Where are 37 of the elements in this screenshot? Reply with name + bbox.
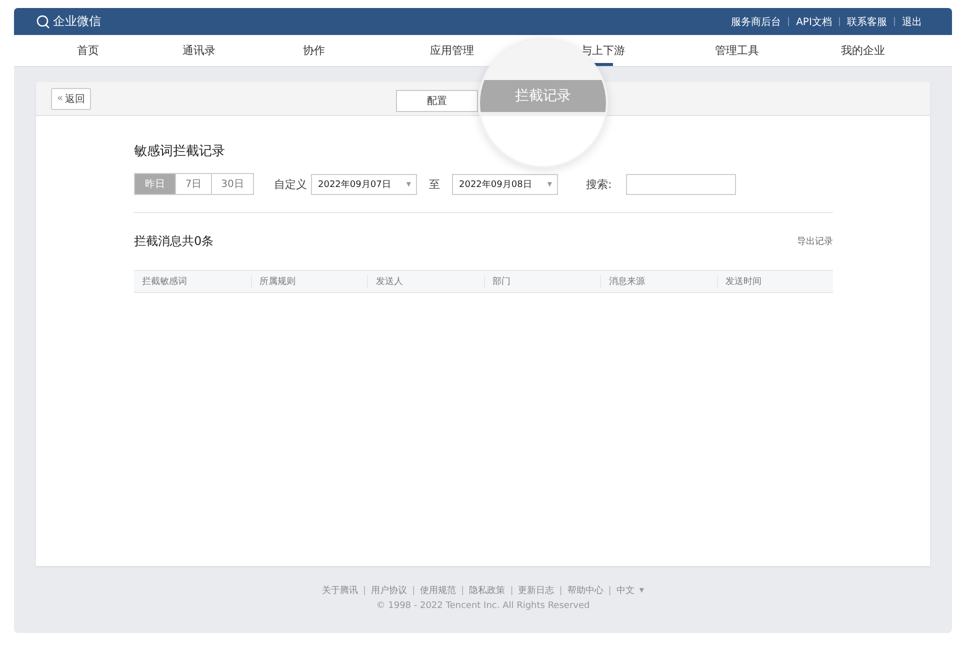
custom-label: 自定义 bbox=[274, 176, 307, 192]
header-link[interactable]: 退出 bbox=[902, 14, 922, 28]
copyright-text: © 1998 - 2022 Tencent Inc. All Rights Reserved bbox=[376, 601, 590, 611]
section-title: 敏感词拦截记录 bbox=[134, 143, 226, 160]
separator: | bbox=[787, 16, 790, 26]
double-chevron-icon: « bbox=[57, 93, 64, 104]
nav-item[interactable]: 通讯录 bbox=[182, 35, 216, 66]
header-link[interactable]: 联系客服 bbox=[846, 14, 887, 28]
export-link[interactable]: 导出记录 bbox=[797, 235, 833, 248]
separator: | bbox=[838, 16, 841, 26]
column-header: 发送人 bbox=[367, 275, 484, 288]
to-label: 至 bbox=[429, 176, 440, 192]
separator: | bbox=[461, 586, 464, 596]
tab[interactable]: 配置 bbox=[396, 90, 478, 112]
nav-item[interactable]: 应用管理 bbox=[430, 35, 474, 66]
column-header: 消息来源 bbox=[600, 275, 716, 288]
separator: | bbox=[892, 16, 896, 26]
header-link[interactable]: API文档 bbox=[796, 14, 832, 28]
separator: | bbox=[608, 586, 612, 596]
separator: | bbox=[412, 586, 416, 596]
back-button[interactable]: « 返回 bbox=[51, 88, 92, 110]
separator: | bbox=[559, 586, 562, 596]
nav-item[interactable]: 管理工具 bbox=[715, 35, 759, 66]
nav-item[interactable]: 首页 bbox=[77, 35, 99, 66]
column-header: 发送时间 bbox=[716, 275, 833, 288]
separator: | bbox=[363, 586, 366, 596]
nav-item[interactable]: 协作 bbox=[303, 35, 325, 66]
column-header: 部门 bbox=[484, 275, 600, 288]
result-count: 拦截消息共0条 bbox=[134, 233, 214, 250]
column-header: 所属规则 bbox=[250, 275, 367, 288]
separator: | bbox=[510, 586, 514, 596]
search-field[interactable] bbox=[626, 174, 736, 194]
column-header: 拦截敏感词 bbox=[141, 276, 188, 288]
nav-item[interactable]: 我的企业 bbox=[841, 35, 885, 66]
search-label: 搜索: bbox=[586, 176, 612, 192]
logo-text: 企业微信 bbox=[53, 13, 101, 30]
header-link[interactable]: 服务商后台 bbox=[731, 14, 782, 28]
